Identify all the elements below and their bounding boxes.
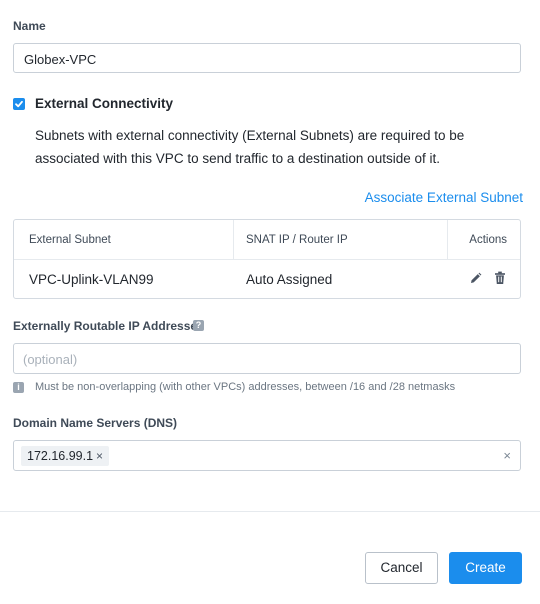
dns-tag-value: 172.16.99.1 — [27, 449, 94, 463]
help-icon[interactable]: ? — [193, 320, 204, 331]
external-connectivity-checkbox[interactable] — [13, 98, 25, 110]
pencil-icon[interactable] — [469, 272, 482, 285]
column-header-snat-ip: SNAT IP / Router IP — [246, 234, 348, 246]
column-header-external-subnet: External Subnet — [29, 234, 111, 246]
dns-label: Domain Name Servers (DNS) — [13, 416, 178, 430]
name-input[interactable]: Globex-VPC — [13, 43, 521, 73]
routable-ips-placeholder: (optional) — [23, 352, 78, 367]
table-header-divider — [14, 259, 520, 260]
external-connectivity-label[interactable]: External Connectivity — [35, 96, 173, 111]
dns-input[interactable]: 172.16.99.1 × × — [13, 440, 521, 471]
column-divider — [233, 220, 234, 259]
trash-icon[interactable] — [494, 271, 506, 285]
footer-divider — [0, 511, 540, 512]
dns-tag: 172.16.99.1 × — [21, 446, 110, 466]
checkbox-check-icon — [15, 100, 23, 108]
associate-external-subnet-link[interactable]: Associate External Subnet — [365, 190, 523, 205]
name-label: Name — [13, 19, 46, 33]
name-input-value: Globex-VPC — [24, 52, 97, 67]
create-button[interactable]: Create — [449, 552, 522, 584]
snat-ip-cell: Auto Assigned — [246, 272, 333, 287]
info-icon: i — [13, 382, 24, 393]
external-subnet-cell: VPC-Uplink-VLAN99 — [29, 272, 154, 287]
routable-ips-hint: Must be non-overlapping (with other VPCs… — [35, 381, 456, 393]
column-header-actions: Actions — [469, 234, 507, 246]
external-connectivity-description: Subnets with external connectivity (Exte… — [35, 128, 465, 166]
tag-remove-icon[interactable]: × — [96, 449, 103, 463]
cancel-button[interactable]: Cancel — [365, 552, 438, 584]
routable-ips-input[interactable]: (optional) — [13, 343, 521, 374]
external-subnet-table: External Subnet SNAT IP / Router IP Acti… — [13, 219, 521, 299]
close-icon[interactable]: × — [503, 448, 511, 463]
column-divider — [447, 220, 448, 259]
routable-ips-label: Externally Routable IP Addresses — [13, 319, 204, 333]
